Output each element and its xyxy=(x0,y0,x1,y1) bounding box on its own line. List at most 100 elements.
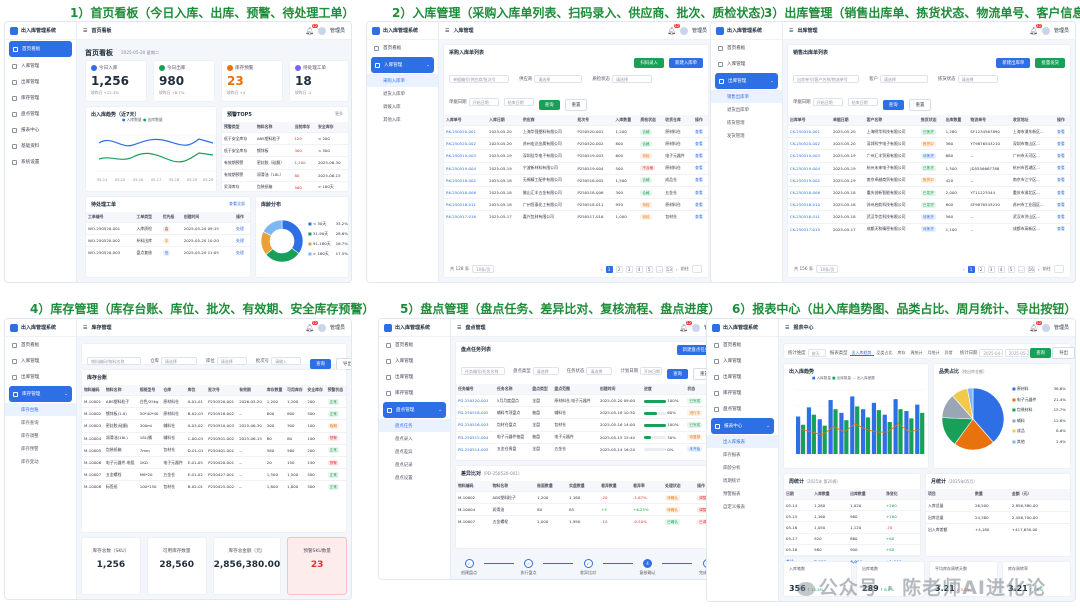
nav-inbound[interactable]: 入库管理 xyxy=(5,58,76,74)
view-link[interactable]: 查看 xyxy=(693,185,708,199)
subnav-sales-outbound[interactable]: 销售出库单 xyxy=(711,90,782,103)
subnav-picking[interactable]: 拣货管理 xyxy=(711,116,782,129)
subnav-query[interactable]: 库存查询 xyxy=(5,416,76,429)
dimension-select[interactable]: 按天 xyxy=(807,349,826,357)
report-tab[interactable]: 出入库趋势 xyxy=(849,350,874,356)
next-page-icon[interactable]: › xyxy=(676,267,678,272)
customer-select[interactable]: 请选择 xyxy=(879,74,928,83)
table-row[interactable]: RK-250518-011 2025-05-18 广州恒泰化工有限公司 P250518… xyxy=(444,198,708,211)
date-from-input[interactable]: 开始日期 xyxy=(468,97,499,106)
order-link[interactable]: CK-250520-001 xyxy=(788,124,831,138)
page-number[interactable]: 3 xyxy=(625,265,633,273)
subnav-period[interactable]: 周期统计 xyxy=(707,474,778,487)
task-link[interactable]: PD-250515-004 xyxy=(456,430,495,444)
goto-input[interactable] xyxy=(692,265,702,273)
view-link[interactable]: 查看 xyxy=(1055,149,1070,163)
handle-link[interactable]: 处理 xyxy=(234,234,250,247)
order-link[interactable]: CK-250518-006 xyxy=(788,185,831,199)
type-select[interactable]: 请选择 xyxy=(532,366,559,375)
table-row[interactable]: RK-250520-001 2025-05-20 上海华强塑料有限公司 P250520… xyxy=(444,124,708,138)
nav-inventory[interactable]: 库存管理 xyxy=(707,385,778,401)
table-row[interactable]: M-10006 电子元器件-电阻 1KΩ 电子元器件 E-01-05 P250420-00… xyxy=(82,455,346,469)
search-input[interactable]: 单据编号/供应商/批次号 xyxy=(449,74,509,83)
page-number[interactable]: 4 xyxy=(635,265,643,273)
date-to-input[interactable]: 2025-05-20 xyxy=(1004,349,1029,357)
query-button[interactable]: 查询 xyxy=(882,100,904,110)
table-row[interactable]: RK-250519-003 2025-05-19 深圳佳华电子有限公司 P250519… xyxy=(444,149,708,163)
query-button[interactable]: 查询 xyxy=(310,359,331,369)
order-link[interactable]: CK-250517-015 xyxy=(788,222,831,235)
nav-inventory[interactable]: 库存管理 ⌄ xyxy=(9,386,72,402)
table-row[interactable]: PD-250520-001 5月月度盘点 全盘 原材料仓,电子元器件 2025-05-2… xyxy=(456,393,720,407)
handle-link[interactable]: 处理 xyxy=(234,221,250,235)
date-from-input[interactable]: 2025-04-20 xyxy=(979,349,1004,357)
nav-outbound[interactable]: 出库管理 xyxy=(707,369,778,385)
page-number[interactable]: 5 xyxy=(1007,265,1015,273)
nav-inbound[interactable]: 入库管理 xyxy=(5,353,76,369)
order-link[interactable]: RK-250520-001 xyxy=(444,124,488,138)
new-outbound-button[interactable]: 新建出库单 xyxy=(996,58,1031,68)
page-number[interactable]: 3 xyxy=(987,265,995,273)
table-row[interactable]: RK-250518-005 2025-05-18 无锡精工配件有限公司 P250518… xyxy=(444,173,708,187)
menu-icon[interactable]: ☰ xyxy=(445,28,449,34)
date-to-input[interactable]: 结束日期 xyxy=(847,97,878,106)
order-link[interactable]: CK-250519-004 xyxy=(788,161,831,175)
qc-select[interactable]: 请选择 xyxy=(611,74,652,83)
subnav-entry[interactable]: 盘点录入 xyxy=(379,432,450,445)
nav-reports[interactable]: 报表中心 xyxy=(5,122,76,138)
menu-icon[interactable]: ☰ xyxy=(789,28,793,34)
bell-icon[interactable]: 🔔︎ 12 xyxy=(305,23,318,35)
view-link[interactable]: 查看 xyxy=(1055,185,1070,199)
table-row[interactable]: M-10002 镀锌板(1.0) 50*40*40 原材料仓 B-02-03 P25051… xyxy=(82,407,346,420)
bell-icon[interactable]: 🔔︎ 12 xyxy=(679,320,692,332)
nav-inbound[interactable]: 入库管理 xyxy=(379,353,450,369)
table-row[interactable]: CK-250518-010 2025-05-18 苏州启航科技有限公司 已发货 800 S… xyxy=(788,198,1070,211)
nav-outbound[interactable]: 出库管理 ⌄ xyxy=(715,73,778,89)
table-row[interactable]: CK-250518-006 2025-05-18 重庆创新智能有限公司 已发货 2,00… xyxy=(788,185,1070,199)
menu-icon[interactable]: ☰ xyxy=(83,28,87,34)
nav-stocktake[interactable]: 盘点管理 xyxy=(707,401,778,417)
nav-outbound[interactable]: 出库管理 xyxy=(5,74,76,90)
query-button[interactable]: 查询 xyxy=(1030,348,1051,358)
task-link[interactable]: PD-250514-005 xyxy=(456,442,495,455)
date-to-input[interactable]: 结束日期 xyxy=(503,97,534,106)
nav-inventory[interactable]: 库存管理 xyxy=(5,90,76,106)
order-link[interactable]: RK-250517-016 xyxy=(444,210,488,223)
table-row[interactable]: M-10004 润滑油(18L) 18L/桶 辅料仓 C-00-03 P250501-00… xyxy=(82,431,346,445)
nav-outbound[interactable]: 出库管理 xyxy=(5,369,76,385)
avatar[interactable] xyxy=(1041,26,1050,35)
subnav-task[interactable]: 盘点任务 xyxy=(379,419,450,432)
subnav-return-outbound[interactable]: 退货出库单 xyxy=(711,103,782,116)
query-button[interactable]: 查询 xyxy=(538,100,560,110)
avatar[interactable] xyxy=(679,26,688,35)
nav-basic[interactable]: 基础资料 xyxy=(5,138,76,154)
location-select[interactable]: 请选择 xyxy=(216,356,247,365)
subnav-change[interactable]: 库存变动 xyxy=(5,455,76,468)
task-link[interactable]: PD-250516-003 xyxy=(456,418,495,432)
report-tab[interactable]: 品类占比 xyxy=(875,350,895,355)
table-row[interactable]: CK-250520-002 2025-05-20 深圳科宇电子有限公司 拣货中 360 Y… xyxy=(788,137,1070,150)
supplier-select[interactable]: 请选择 xyxy=(534,74,583,83)
batch-ship-button[interactable]: 批量发货 xyxy=(1035,58,1065,68)
user-name[interactable]: 管理员 xyxy=(1054,27,1069,34)
nav-reports[interactable]: 报表中心 ⌄ xyxy=(711,418,774,434)
table-row[interactable]: M-10007 五金螺栓 M6*20 五金仓 E-01-02 P250427-001 -- 1… xyxy=(82,468,346,481)
view-link[interactable]: 查看 xyxy=(693,198,708,211)
subnav-setting[interactable]: 盘点设置 xyxy=(379,471,450,484)
nav-dashboard[interactable]: 首页看板 xyxy=(5,337,76,353)
page-number[interactable]: 1 xyxy=(967,265,975,273)
subnav-other-inbound[interactable]: 其他入库 xyxy=(367,113,438,126)
page-number[interactable]: … xyxy=(655,265,663,273)
table-row[interactable]: RK-250519-004 2025-05-19 宁波新材料有限公司 P250519-… xyxy=(444,161,708,175)
prev-page-icon[interactable]: ‹ xyxy=(963,267,965,272)
table-row[interactable]: M-10008 标签纸 100*150 包材仓 B-02-01 P250425-002 --… xyxy=(82,480,346,493)
user-name[interactable]: 管理员 xyxy=(1054,324,1069,331)
order-link[interactable]: RK-250518-005 xyxy=(444,173,488,187)
nav-settings[interactable]: 系统设置 xyxy=(5,154,76,170)
avatar[interactable] xyxy=(317,26,326,35)
report-tab[interactable]: 异常 xyxy=(943,350,955,355)
new-inbound-button[interactable]: 新建入库单 xyxy=(669,58,703,68)
search-input[interactable]: 出库单号/客户名称/物流单号 xyxy=(793,74,859,83)
order-link[interactable]: RK-250520-002 xyxy=(444,137,488,150)
report-tab[interactable]: 周统计 xyxy=(909,350,925,355)
